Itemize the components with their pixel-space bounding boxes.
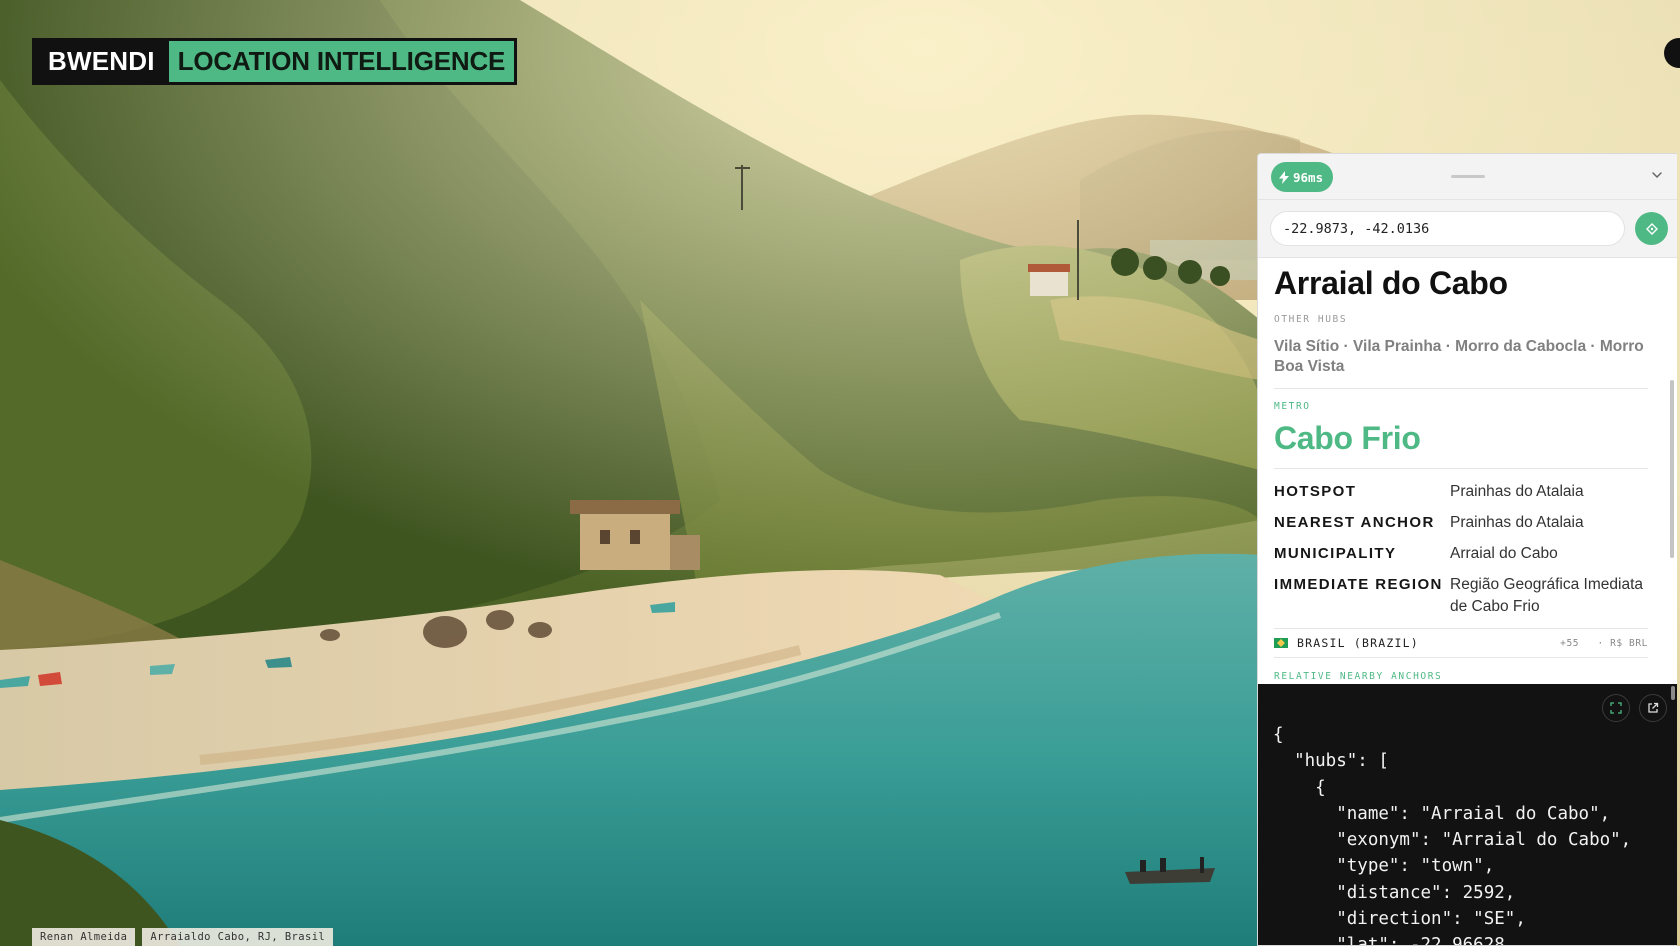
metro-name: Cabo Frio (1274, 420, 1421, 456)
divider (1274, 468, 1648, 469)
locate-button[interactable] (1635, 212, 1668, 245)
open-external-button[interactable] (1639, 694, 1667, 722)
json-line: { (1273, 777, 1326, 798)
brand-name: BWENDI (35, 41, 169, 82)
expand-json-button[interactable] (1602, 694, 1630, 722)
panel-header: 96ms (1258, 154, 1677, 200)
photo-author: Renan Almeida (32, 928, 136, 946)
detail-key: IMMEDIATE REGION (1274, 576, 1443, 593)
expand-icon (1610, 702, 1622, 714)
json-viewer[interactable]: { "hubs": [ { "name": "Arraial do Cabo",… (1258, 684, 1677, 946)
drag-handle[interactable] (1451, 175, 1485, 178)
country-meta: +55 · R$ BRL (1548, 638, 1648, 649)
currency: · R$ BRL (1597, 637, 1648, 649)
json-line: "name": "Arraial do Cabo", (1273, 803, 1611, 824)
brazil-flag-icon (1274, 638, 1288, 648)
json-scrollbar[interactable] (1671, 686, 1675, 700)
latency-value: 96ms (1293, 169, 1324, 185)
other-hubs-label: OTHER HUBS (1274, 314, 1348, 325)
json-line: "exonym": "Arraial do Cabo", (1273, 830, 1632, 851)
nearby-anchors-label: RELATIVE NEARBY ANCHORS (1274, 671, 1443, 682)
json-line: "type": "town", (1273, 856, 1495, 877)
external-link-icon (1648, 702, 1659, 713)
detail-key: HOTSPOT (1274, 483, 1357, 500)
detail-key: NEAREST ANCHOR (1274, 514, 1435, 531)
other-hubs-list: Vila Sítio · Vila Prainha · Morro da Cab… (1274, 338, 1644, 375)
detail-list: HOTSPOT Prainhas do Atalaia NEAREST ANCH… (1274, 481, 1648, 618)
detail-key: MUNICIPALITY (1274, 545, 1397, 562)
detail-value: Prainhas do Atalaia (1450, 514, 1584, 531)
detail-value: Arraial do Cabo (1450, 545, 1558, 562)
bolt-icon (1279, 170, 1289, 184)
dial-code: +55 (1560, 637, 1580, 649)
brand-logo[interactable]: BWENDI LOCATION INTELLIGENCE (32, 38, 518, 85)
json-line: "hubs": [ (1273, 751, 1389, 772)
latency-badge: 96ms (1271, 162, 1334, 192)
detail-value: Prainhas do Atalaia (1450, 483, 1584, 500)
coordinate-input[interactable] (1270, 211, 1625, 246)
json-line: { (1273, 725, 1284, 745)
json-code: { "hubs": [ { "name": "Arraial do Cabo",… (1273, 722, 1677, 946)
divider (1274, 388, 1648, 389)
place-title: Arraial do Cabo (1274, 265, 1508, 301)
crosshair-icon (1645, 222, 1658, 235)
country-row: BRASIL (BRAZIL) +55 · R$ BRL (1274, 628, 1648, 658)
photo-credits: Renan Almeida Arraialdo Cabo, RJ, Brasil (32, 928, 334, 946)
location-panel: 96ms Arraial do Cabo OTHER HUBS Vila Sít… (1257, 153, 1677, 946)
chevron-down-icon[interactable] (1650, 168, 1664, 182)
photo-location: Arraialdo Cabo, RJ, Brasil (142, 928, 334, 946)
location-details[interactable]: Arraial do Cabo OTHER HUBS Vila Sítio · … (1258, 258, 1677, 684)
brand-tagline: LOCATION INTELLIGENCE (168, 41, 515, 82)
coordinate-search (1258, 200, 1677, 258)
details-scrollbar[interactable] (1670, 380, 1674, 558)
metro-label: METRO (1274, 401, 1311, 412)
detail-value: Região Geográfica Imediata de Cabo Frio (1450, 576, 1644, 615)
json-line: "direction": "SE", (1273, 909, 1526, 930)
country-name: BRASIL (BRAZIL) (1297, 636, 1419, 650)
json-line: "distance": 2592, (1273, 882, 1516, 903)
json-line: "lat": -22.96628, (1273, 935, 1516, 946)
